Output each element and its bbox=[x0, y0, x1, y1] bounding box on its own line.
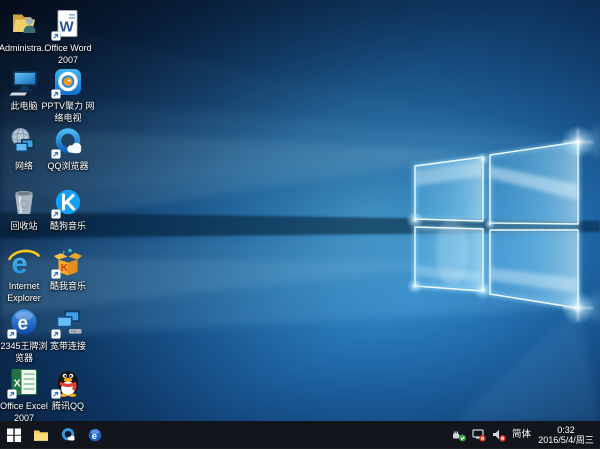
taskbar-2345-browser-button[interactable]: e bbox=[81, 421, 108, 449]
input-method-indicator[interactable]: 简体 bbox=[512, 421, 531, 449]
taskbar-file-explorer-button[interactable] bbox=[27, 421, 54, 449]
shortcut-arrow-icon bbox=[51, 329, 61, 339]
usb-safely-remove-icon[interactable] bbox=[452, 428, 466, 442]
icon-label: 宽带连接 bbox=[23, 340, 113, 352]
svg-text:K: K bbox=[61, 263, 69, 274]
desktop-icon-kugou-music[interactable]: 酷狗音乐 bbox=[23, 186, 113, 232]
svg-text:W: W bbox=[60, 19, 75, 36]
taskbar-clock[interactable]: 0:32 2016/5/4/周三 bbox=[537, 425, 595, 446]
desktop-icon-tencent-qq[interactable]: 腾讯QQ bbox=[23, 366, 113, 412]
icon-label: 腾讯QQ bbox=[23, 400, 113, 412]
2345-browser-icon: e bbox=[87, 427, 103, 443]
windows-logo-icon bbox=[6, 427, 22, 443]
folder-icon bbox=[33, 427, 49, 443]
shortcut-arrow-icon bbox=[51, 149, 61, 159]
clock-time: 0:32 bbox=[537, 425, 595, 436]
desktop-icon-office-word-2007[interactable]: W Office Word 2007 bbox=[23, 8, 113, 66]
taskbar-qq-browser-button[interactable] bbox=[54, 421, 81, 449]
shortcut-arrow-icon bbox=[51, 31, 61, 41]
start-button[interactable] bbox=[0, 421, 27, 449]
shortcut-arrow-icon bbox=[51, 269, 61, 279]
icon-label: Office Word 2007 bbox=[23, 42, 113, 66]
volume-muted-icon[interactable] bbox=[492, 428, 506, 442]
shortcut-arrow-icon bbox=[7, 389, 17, 399]
icon-label: 酷狗音乐 bbox=[23, 220, 113, 232]
desktop-icon-qq-browser[interactable]: QQ浏览器 bbox=[23, 126, 113, 172]
svg-text:X: X bbox=[14, 378, 21, 390]
shortcut-arrow-icon bbox=[7, 329, 17, 339]
clock-date: 2016/5/4/周三 bbox=[537, 435, 595, 446]
svg-text:e: e bbox=[91, 431, 96, 442]
taskbar: e bbox=[0, 421, 600, 449]
shortcut-arrow-icon bbox=[51, 209, 61, 219]
desktop-icon-kuwo-music[interactable]: ♪ K 酷我音乐 bbox=[23, 246, 113, 292]
shortcut-arrow-icon bbox=[51, 89, 61, 99]
system-tray: 简体 0:32 2016/5/4/周三 bbox=[452, 421, 600, 449]
icon-label: QQ浏览器 bbox=[23, 160, 113, 172]
icon-label: 酷我音乐 bbox=[23, 280, 113, 292]
shortcut-arrow-icon bbox=[51, 389, 61, 399]
desktop-icon-broadband-connection[interactable]: 宽带连接 bbox=[23, 306, 113, 352]
qq-browser-icon bbox=[60, 427, 76, 443]
desktop: Administra... W Office Word 2007 bbox=[0, 0, 600, 449]
desktop-icon-pptv[interactable]: PPTV聚力 网 络电视 bbox=[23, 66, 113, 124]
icon-label: PPTV聚力 网 络电视 bbox=[23, 100, 113, 124]
network-disconnected-icon[interactable] bbox=[472, 428, 486, 442]
